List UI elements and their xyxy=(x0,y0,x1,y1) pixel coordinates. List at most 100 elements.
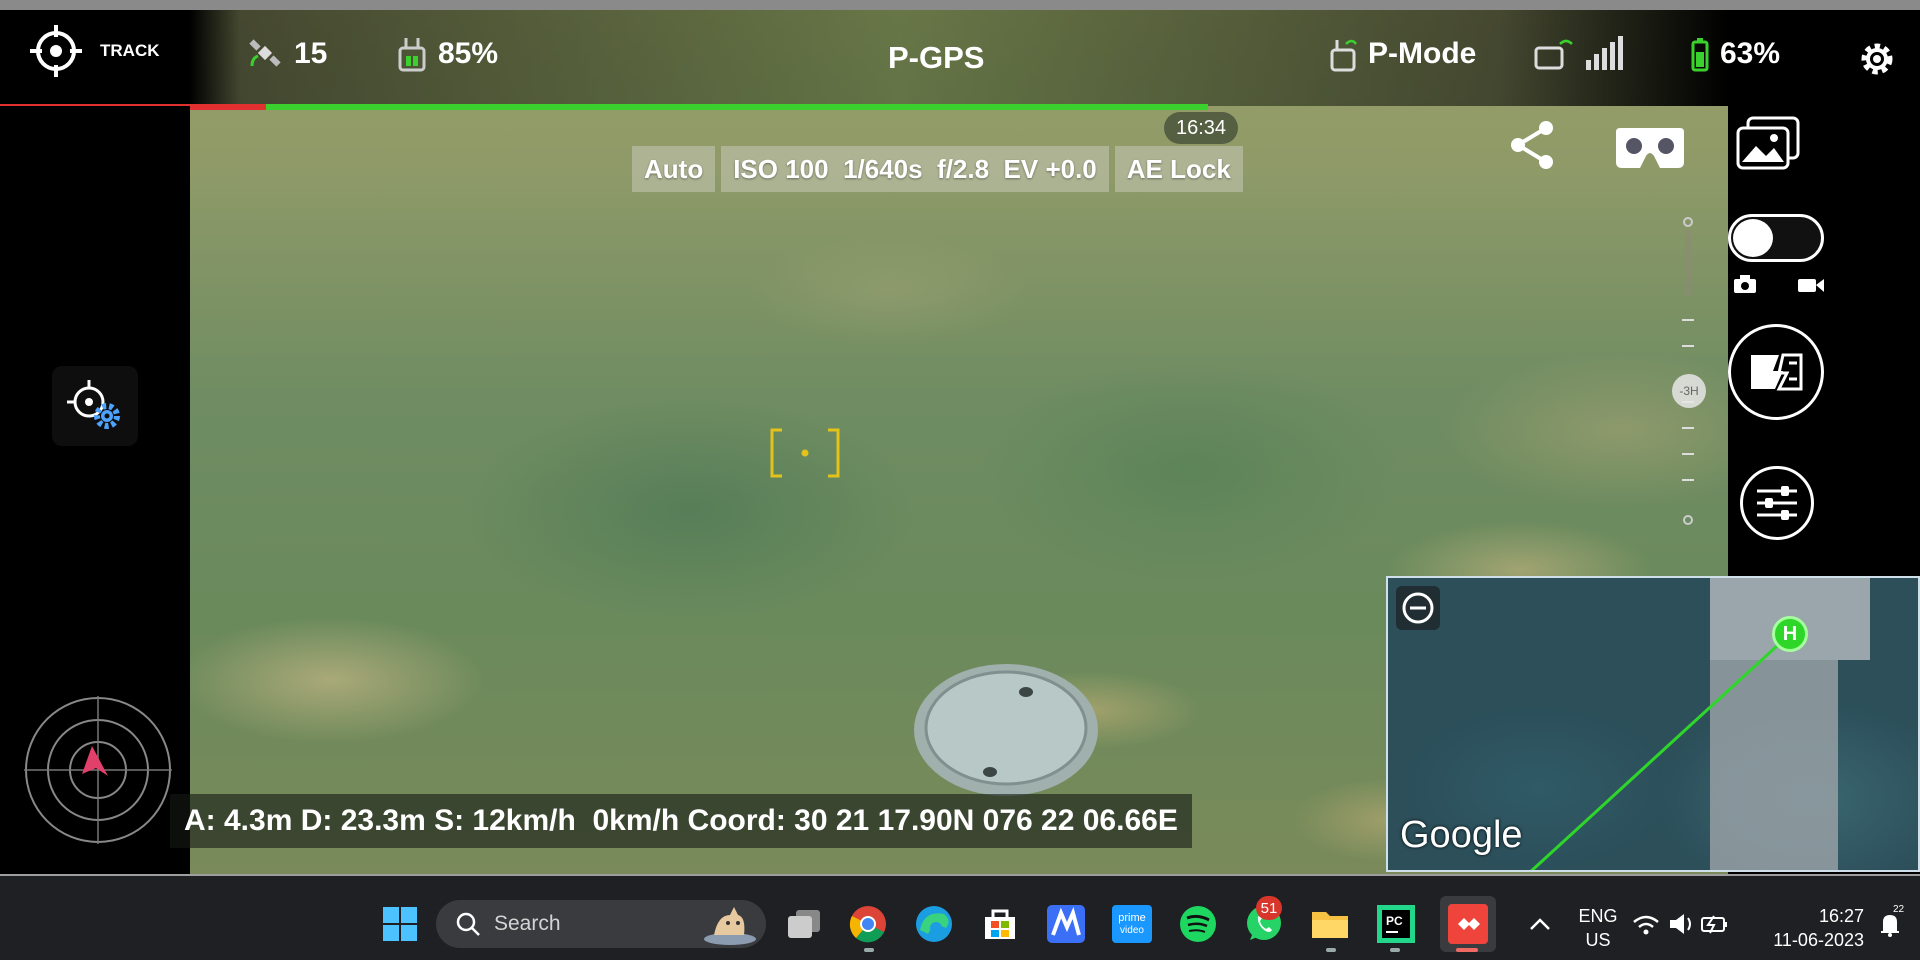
satellite-count: 15 xyxy=(294,37,328,70)
crosshair-track-icon xyxy=(30,25,82,77)
svg-text:PC: PC xyxy=(1386,914,1403,928)
rc-battery-status: 85% xyxy=(396,36,498,72)
settings-button[interactable] xyxy=(1856,38,1898,80)
store-app[interactable] xyxy=(978,902,1022,946)
chrome-app[interactable] xyxy=(846,902,890,946)
prime-video-icon: prime video xyxy=(1112,905,1152,943)
video-icon xyxy=(1798,279,1824,292)
zoom-slider[interactable] xyxy=(1676,216,1700,526)
whatsapp-unread-badge: 51 xyxy=(1256,896,1282,920)
chevron-up-icon xyxy=(1530,918,1550,930)
window-top-border xyxy=(0,0,1920,10)
exposure-mode[interactable]: Auto xyxy=(632,146,716,192)
satellite-icon xyxy=(249,39,281,67)
wifi-icon xyxy=(1633,915,1659,923)
tray-status-icons xyxy=(1633,914,1727,935)
prime-video-app[interactable]: prime video xyxy=(1110,902,1154,946)
language-line2: US xyxy=(1585,930,1611,950)
pycharm-icon: PC xyxy=(1377,905,1415,943)
rc-battery-percent: 85% xyxy=(438,37,499,70)
track-button[interactable]: TRACK xyxy=(28,20,198,82)
photo-video-toggle[interactable] xyxy=(1728,214,1824,262)
home-marker-icon: H xyxy=(1772,616,1808,652)
manhole-cover xyxy=(914,664,1098,796)
iso-value: ISO 100 xyxy=(733,153,829,184)
remote-controller-icon xyxy=(398,38,426,72)
gallery-icon xyxy=(1736,116,1800,170)
toggle-knob xyxy=(1733,219,1773,257)
flight-mode: P-GPS xyxy=(888,40,985,75)
windows-logo-icon xyxy=(383,907,417,941)
search-icon xyxy=(456,912,480,936)
ev-value: EV +0.0 xyxy=(1003,153,1097,184)
mini-map[interactable]: H Google xyxy=(1386,576,1920,872)
spotify-icon xyxy=(1180,906,1216,942)
telemetry-readout: A: 4.3m D: 23.3m S: 12km/h 0km/h Coord: … xyxy=(170,794,1192,848)
language-indicator[interactable]: ENG US xyxy=(1576,904,1620,952)
clock-time: 16:27 xyxy=(1818,906,1864,926)
svg-text:prime: prime xyxy=(1118,912,1146,924)
aperture: f/2.8 xyxy=(937,153,990,184)
remote-mode: P-Mode xyxy=(1328,36,1476,72)
show-hidden-icons-button[interactable] xyxy=(1518,902,1562,946)
focus-box[interactable] xyxy=(770,428,840,478)
clock-date: 11-06-2023 xyxy=(1773,930,1864,950)
windows-taskbar: Search prime video 51 PC ENG US 16:27 11… xyxy=(0,874,1920,960)
track-label: TRACK xyxy=(100,41,160,60)
shutter-icon xyxy=(1751,353,1803,391)
signal-strength xyxy=(1534,36,1630,72)
satellite-status: 15 xyxy=(248,36,327,72)
notification-count: 22 xyxy=(1892,904,1906,915)
remote-desktop-icon xyxy=(1448,904,1488,944)
share-button[interactable] xyxy=(1508,118,1558,177)
folder-icon xyxy=(1312,912,1348,938)
app-m-icon xyxy=(1047,905,1085,943)
file-explorer-app[interactable] xyxy=(1308,902,1352,946)
clock[interactable]: 16:27 11-06-2023 xyxy=(1756,904,1864,952)
volume-icon xyxy=(1670,914,1684,934)
ae-lock-button[interactable]: AE Lock xyxy=(1114,146,1243,192)
exposure-settings[interactable]: ISO 100 1/640s f/2.8 EV +0.0 xyxy=(721,146,1109,192)
gallery-button[interactable] xyxy=(1734,116,1802,179)
sliders-icon xyxy=(1757,486,1797,520)
start-button[interactable] xyxy=(378,902,422,946)
camera-params-button[interactable] xyxy=(1740,466,1814,540)
share-icon xyxy=(1511,121,1553,169)
chrome-icon xyxy=(849,906,886,943)
drone-battery-status: 63% xyxy=(1690,36,1780,72)
edge-icon xyxy=(916,906,952,942)
vr-goggles-icon xyxy=(1616,128,1684,168)
language-line1: ENG xyxy=(1578,906,1618,926)
track-settings-button[interactable] xyxy=(52,366,138,446)
explorer-running-indicator xyxy=(1326,948,1336,952)
anydesk-app[interactable] xyxy=(1440,896,1496,952)
battery-icon xyxy=(1691,38,1709,72)
remote-controller-icon xyxy=(1330,39,1358,72)
exposure-bar: Auto ISO 100 1/640s f/2.8 EV +0.0 AE Loc… xyxy=(632,146,1243,192)
remote-mode-label: P-Mode xyxy=(1368,37,1477,70)
camera-icon xyxy=(1734,275,1756,293)
camera-time: 16:34 xyxy=(1164,112,1239,144)
radar-icon xyxy=(24,696,172,844)
vr-mode-button[interactable] xyxy=(1614,118,1686,177)
chrome-running-indicator xyxy=(864,948,874,952)
svg-text:video: video xyxy=(1120,925,1144,936)
search-placeholder: Search xyxy=(494,912,561,935)
zoom-knob[interactable]: -3H xyxy=(1672,374,1706,408)
signal-icon xyxy=(1534,36,1623,70)
task-view-button[interactable] xyxy=(782,902,826,946)
map-zoom-out-button[interactable] xyxy=(1396,586,1440,630)
pycharm-app[interactable]: PC xyxy=(1374,902,1418,946)
settings-gear-icon xyxy=(1861,43,1893,75)
quick-settings-button[interactable] xyxy=(1630,902,1730,946)
drone-battery-percent: 63% xyxy=(1720,37,1781,70)
edge-app[interactable] xyxy=(912,902,956,946)
taskbar-search[interactable]: Search xyxy=(436,900,766,948)
target-settings-icon xyxy=(67,380,120,429)
app-m[interactable] xyxy=(1044,902,1088,946)
pycharm-running-indicator xyxy=(1390,948,1400,952)
map-provider-logo: Google xyxy=(1400,814,1523,856)
notifications-button[interactable]: 22 xyxy=(1870,902,1910,946)
shutter-button[interactable] xyxy=(1728,324,1824,420)
spotify-app[interactable] xyxy=(1176,902,1220,946)
